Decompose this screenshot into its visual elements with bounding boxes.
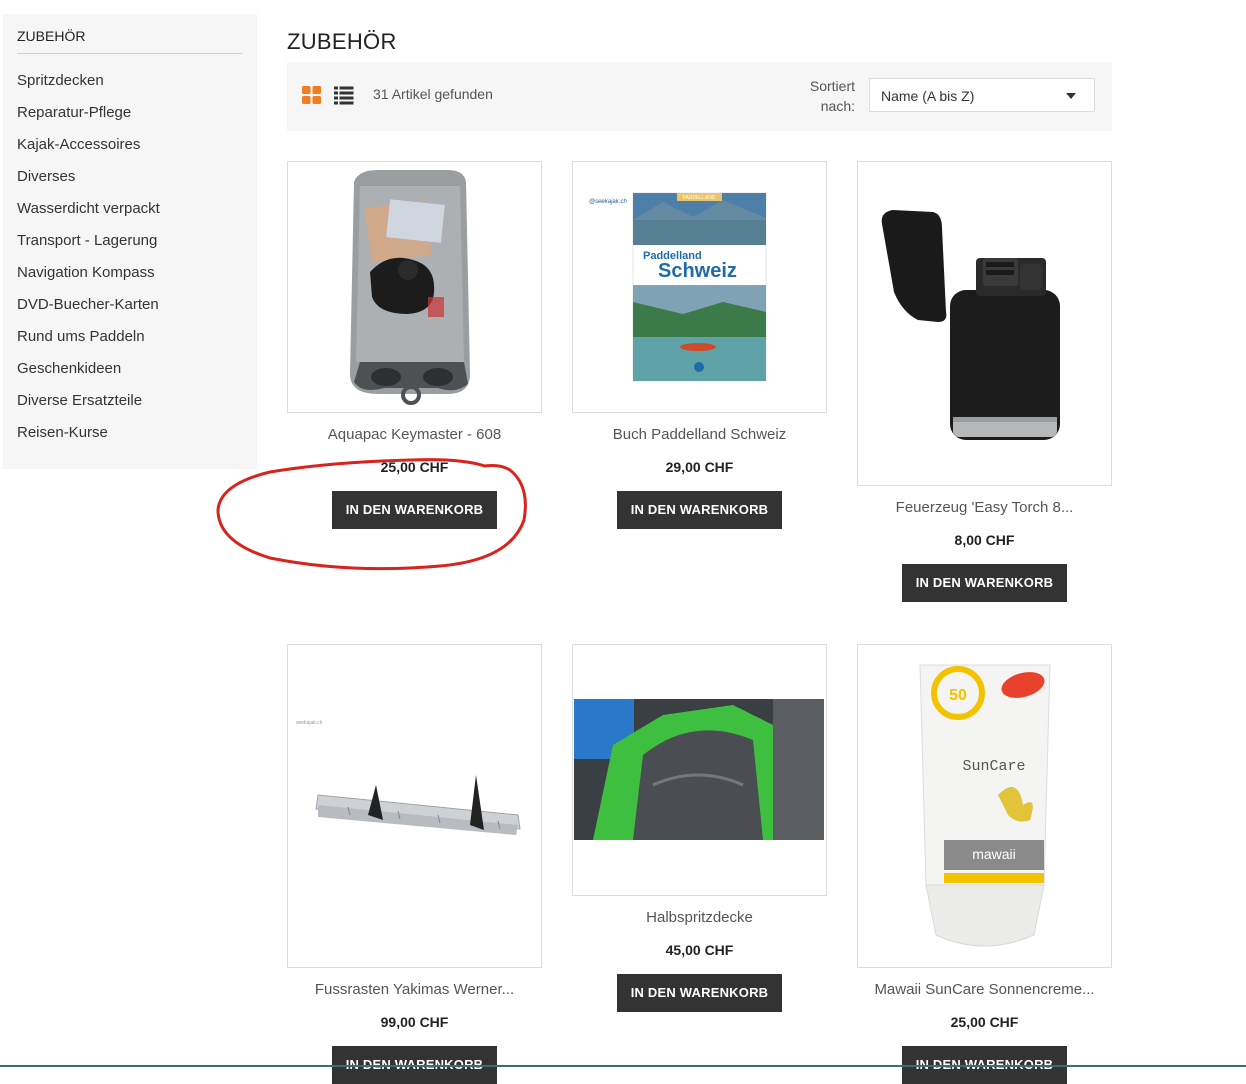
product-price: 45,00 CHF — [665, 942, 734, 958]
add-to-cart-button[interactable]: IN DEN WARENKORB — [617, 491, 782, 529]
listing-toolbar: 31 Artikel gefunden Sortiert nach: Name … — [287, 62, 1112, 131]
product-card: 50 SunCare mawaii Mawaii SunCare Sonnenc… — [857, 644, 1112, 1084]
image-watermark-text: seekajak.ch — [296, 720, 323, 726]
product-name[interactable]: Buch Paddelland Schweiz — [572, 426, 827, 443]
category-list: Spritzdecken Reparatur-Pflege Kajak-Acce… — [17, 71, 160, 455]
add-to-cart-button[interactable]: IN DEN WARENKORB — [332, 491, 497, 529]
sort-dropdown[interactable]: Name (A bis Z) — [869, 78, 1095, 112]
sidebar-title: ZUBEHÖR — [17, 28, 242, 54]
product-name[interactable]: Feuerzeug 'Easy Torch 8... — [857, 499, 1112, 516]
image-spf-text: 50 — [949, 687, 967, 704]
product-card: Feuerzeug 'Easy Torch 8... 8,00 CHF IN D… — [857, 161, 1112, 602]
list-view-icon[interactable] — [334, 85, 354, 105]
image-maker-text: mawaii — [972, 846, 1016, 862]
product-price: 29,00 CHF — [665, 459, 734, 475]
product-image[interactable] — [857, 161, 1112, 486]
image-title-text: Schweiz — [658, 260, 737, 282]
product-image[interactable]: @seekajak.ch PADDELLAND Paddelland Schwe… — [572, 161, 827, 413]
product-card: Halbspritzdecke 45,00 CHF IN DEN WARENKO… — [572, 644, 827, 1012]
product-image[interactable]: 50 SunCare mawaii — [857, 644, 1112, 968]
result-count: 31 Artikel gefunden — [373, 86, 493, 102]
sidebar-item-geschenkideen[interactable]: Geschenkideen — [17, 359, 160, 391]
product-image[interactable]: seekajak.ch — [287, 644, 542, 968]
grid-view-icon[interactable] — [302, 85, 322, 105]
product-card: seekajak.ch Fussrasten Yakimas Werner...… — [287, 644, 542, 1084]
image-brand-text: @seekajak.ch — [589, 199, 627, 205]
product-price: 8,00 CHF — [954, 532, 1015, 548]
sidebar-item-rund-ums-paddeln[interactable]: Rund ums Paddeln — [17, 327, 160, 359]
sort-label: Sortiert nach: — [809, 78, 855, 114]
sidebar-item-navigation-kompass[interactable]: Navigation Kompass — [17, 263, 160, 295]
product-name[interactable]: Mawaii SunCare Sonnencreme... — [857, 981, 1112, 998]
page-title: ZUBEHÖR — [287, 29, 397, 54]
image-series-text: PADDELLAND — [683, 195, 716, 201]
sidebar-item-spritzdecken[interactable]: Spritzdecken — [17, 71, 160, 103]
product-name[interactable]: Fussrasten Yakimas Werner... — [287, 981, 542, 998]
product-price: 25,00 CHF — [380, 459, 449, 475]
add-to-cart-button[interactable]: IN DEN WARENKORB — [617, 974, 782, 1012]
product-name[interactable]: Halbspritzdecke — [572, 909, 827, 926]
sidebar-item-wasserdicht-verpackt[interactable]: Wasserdicht verpackt — [17, 199, 160, 231]
image-brand-text: SunCare — [962, 758, 1025, 775]
sidebar-item-reisen-kurse[interactable]: Reisen-Kurse — [17, 423, 160, 455]
sidebar-item-kajak-accessoires[interactable]: Kajak-Accessoires — [17, 135, 160, 167]
add-to-cart-button[interactable]: IN DEN WARENKORB — [902, 564, 1067, 602]
product-price: 25,00 CHF — [950, 1014, 1019, 1030]
product-image[interactable] — [287, 161, 542, 413]
sidebar-item-dvd-buecher-karten[interactable]: DVD-Buecher-Karten — [17, 295, 160, 327]
product-card: @seekajak.ch PADDELLAND Paddelland Schwe… — [572, 161, 827, 529]
sidebar-item-transport-lagerung[interactable]: Transport - Lagerung — [17, 231, 160, 263]
sidebar-item-diverse-ersatzteile[interactable]: Diverse Ersatzteile — [17, 391, 160, 423]
sidebar-item-diverses[interactable]: Diverses — [17, 167, 160, 199]
chevron-down-icon — [1066, 93, 1076, 99]
sidebar-item-reparatur-pflege[interactable]: Reparatur-Pflege — [17, 103, 160, 135]
sort-selected-value: Name (A bis Z) — [881, 88, 975, 104]
product-image[interactable] — [572, 644, 827, 896]
product-price: 99,00 CHF — [380, 1014, 449, 1030]
category-sidebar: ZUBEHÖR Spritzdecken Reparatur-Pflege Ka… — [3, 14, 257, 469]
product-card: Aquapac Keymaster - 608 25,00 CHF IN DEN… — [287, 161, 542, 529]
product-name[interactable]: Aquapac Keymaster - 608 — [287, 426, 542, 443]
